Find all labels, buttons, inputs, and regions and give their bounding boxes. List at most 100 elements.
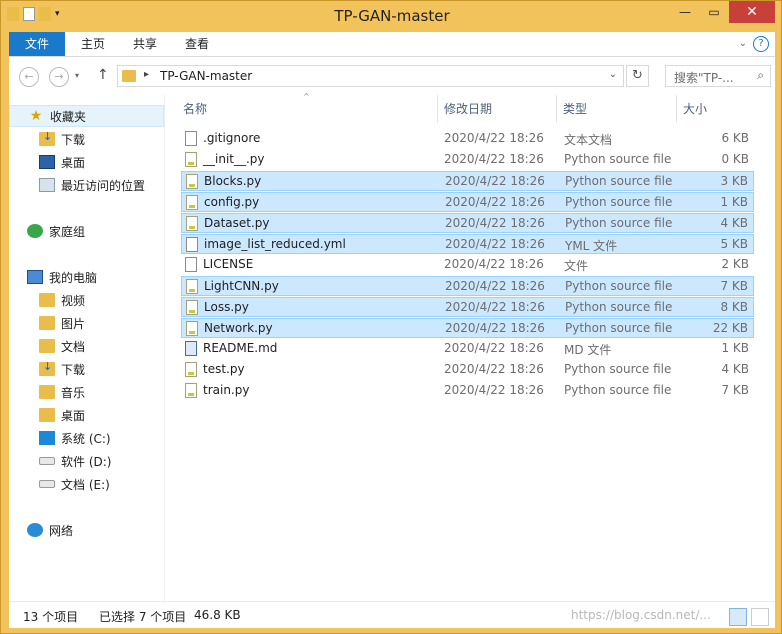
sidebar-item-desktop[interactable]: 桌面 xyxy=(9,151,164,173)
column-divider[interactable] xyxy=(676,95,677,123)
pictures-folder-icon xyxy=(39,316,55,330)
up-button[interactable]: ↑ xyxy=(97,67,109,83)
tab-view[interactable]: 查看 xyxy=(177,32,217,56)
sidebar-item-music[interactable]: 音乐 xyxy=(9,381,164,403)
sidebar-item-drive-d[interactable]: 软件 (D:) xyxy=(9,450,164,472)
title-bar: ▾ TP-GAN-master — ▭ ✕ xyxy=(1,1,782,31)
navigation-bar: ← → ▾ ↑ ▸ TP-GAN-master ⌄ ↻ 搜索"TP-... ⌕ xyxy=(9,57,775,95)
sidebar-item-label: 系统 (C:) xyxy=(61,431,111,446)
file-row[interactable]: image_list_reduced.yml 2020/4/22 18:26 YML… xyxy=(181,234,754,254)
column-header-type[interactable]: 类型 xyxy=(563,95,587,123)
computer-icon xyxy=(27,270,43,284)
desktop-icon xyxy=(39,155,55,169)
file-date: 2020/4/22 18:26 xyxy=(445,216,545,230)
sidebar-item-videos[interactable]: 视频 xyxy=(9,289,164,311)
sidebar-item-recent-places[interactable]: 最近访问的位置 xyxy=(9,174,164,196)
file-row[interactable]: Blocks.py 2020/4/22 18:26 Python source fi… xyxy=(181,171,754,191)
close-button[interactable]: ✕ xyxy=(729,1,775,23)
file-row[interactable]: __init__.py 2020/4/22 18:26 Python source … xyxy=(181,150,754,170)
file-name: Blocks.py xyxy=(204,174,262,188)
file-row[interactable]: Loss.py 2020/4/22 18:26 Python source file… xyxy=(181,297,754,317)
file-row[interactable]: Dataset.py 2020/4/22 18:26 Python source f… xyxy=(181,213,754,233)
address-dropdown-icon[interactable]: ⌄ xyxy=(609,69,617,80)
sidebar-item-label: 收藏夹 xyxy=(50,109,87,124)
sidebar-item-homegroup[interactable]: 家庭组 xyxy=(9,220,164,242)
sidebar-item-label: 我的电脑 xyxy=(49,270,98,285)
help-icon[interactable]: ? xyxy=(753,36,769,52)
python-file-icon xyxy=(186,300,198,315)
sidebar-item-network[interactable]: 网络 xyxy=(9,519,164,541)
breadcrumb-chevron-icon[interactable]: ▸ xyxy=(144,69,149,80)
file-type: Python source file xyxy=(565,174,673,188)
back-button[interactable]: ← xyxy=(19,67,39,87)
file-name: .gitignore xyxy=(203,131,261,145)
expand-ribbon-icon[interactable]: ⌄ xyxy=(739,38,747,49)
column-divider[interactable] xyxy=(437,95,438,123)
sidebar-item-favorites[interactable]: ★ 收藏夹 xyxy=(9,105,164,127)
windows-drive-icon xyxy=(39,431,55,445)
sidebar-item-label: 下载 xyxy=(61,362,86,377)
file-type: Python source file xyxy=(564,383,672,397)
column-header-date[interactable]: 修改日期 xyxy=(444,95,492,123)
file-row[interactable]: README.md 2020/4/22 18:26 MD 文件 1 KB xyxy=(181,339,754,359)
file-date: 2020/4/22 18:26 xyxy=(444,257,544,271)
star-icon: ★ xyxy=(29,108,43,124)
file-date: 2020/4/22 18:26 xyxy=(444,383,544,397)
window-title: TP-GAN-master xyxy=(334,7,450,25)
python-file-icon xyxy=(185,152,197,167)
column-header-name[interactable]: 名称 xyxy=(183,95,207,123)
minimize-button[interactable]: — xyxy=(671,1,699,23)
recent-places-icon xyxy=(39,178,55,192)
details-view-icon[interactable] xyxy=(729,608,747,626)
address-bar[interactable]: ▸ TP-GAN-master ⌄ xyxy=(117,65,624,87)
tab-file[interactable]: 文件 xyxy=(9,32,65,56)
file-type: Python source file xyxy=(565,216,673,230)
sidebar-item-downloads[interactable]: 下载 xyxy=(9,128,164,150)
sidebar-item-documents[interactable]: 文档 xyxy=(9,335,164,357)
sidebar-item-pictures[interactable]: 图片 xyxy=(9,312,164,334)
tab-share[interactable]: 共享 xyxy=(125,32,165,56)
file-date: 2020/4/22 18:26 xyxy=(445,195,545,209)
search-input[interactable]: 搜索"TP-... ⌕ xyxy=(665,65,771,87)
file-row[interactable]: LightCNN.py 2020/4/22 18:26 Python source … xyxy=(181,276,754,296)
file-size: 4 KB xyxy=(721,362,749,376)
file-row[interactable]: train.py 2020/4/22 18:26 Python source fil… xyxy=(181,381,754,401)
file-type: YML 文件 xyxy=(565,239,618,253)
sidebar-item-desktop-pc[interactable]: 桌面 xyxy=(9,404,164,426)
tab-home[interactable]: 主页 xyxy=(73,32,113,56)
sidebar-item-drive-e[interactable]: 文档 (E:) xyxy=(9,473,164,495)
drive-icon xyxy=(39,457,55,465)
breadcrumb[interactable]: TP-GAN-master xyxy=(160,69,252,83)
column-divider[interactable] xyxy=(556,95,557,123)
file-type: MD 文件 xyxy=(564,343,612,357)
sidebar-item-downloads-pc[interactable]: 下载 xyxy=(9,358,164,380)
file-name: Dataset.py xyxy=(204,216,270,230)
file-size: 2 KB xyxy=(721,257,749,271)
refresh-button[interactable]: ↻ xyxy=(626,65,649,87)
file-row[interactable]: Network.py 2020/4/22 18:26 Python source f… xyxy=(181,318,754,338)
sidebar-item-label: 桌面 xyxy=(61,155,86,170)
file-type: Python source file xyxy=(565,321,673,335)
file-date: 2020/4/22 18:26 xyxy=(444,341,544,355)
sidebar-item-this-pc[interactable]: 我的电脑 xyxy=(9,266,164,288)
file-row[interactable]: LICENSE 2020/4/22 18:26 文件 2 KB xyxy=(181,255,754,275)
downloads-folder-icon xyxy=(39,130,55,146)
search-icon[interactable]: ⌕ xyxy=(757,68,764,83)
maximize-button[interactable]: ▭ xyxy=(700,1,728,23)
file-date: 2020/4/22 18:26 xyxy=(445,237,545,251)
file-size: 1 KB xyxy=(720,195,748,209)
file-row[interactable]: config.py 2020/4/22 18:26 Python source fi… xyxy=(181,192,754,212)
python-file-icon xyxy=(185,362,197,377)
sidebar-item-label: 下载 xyxy=(61,132,86,147)
large-icons-view-icon[interactable] xyxy=(751,608,769,626)
documents-folder-icon xyxy=(39,339,55,353)
text-file-icon xyxy=(185,131,197,146)
forward-button[interactable]: → xyxy=(49,67,69,87)
sidebar-item-label: 图片 xyxy=(61,316,86,331)
file-row[interactable]: .gitignore 2020/4/22 18:26 文本文档 6 KB xyxy=(181,129,754,149)
sidebar-item-drive-c[interactable]: 系统 (C:) xyxy=(9,427,164,449)
file-size: 7 KB xyxy=(721,383,749,397)
file-row[interactable]: test.py 2020/4/22 18:26 Python source file… xyxy=(181,360,754,380)
column-header-size[interactable]: 大小 xyxy=(683,95,707,123)
recent-locations-icon[interactable]: ▾ xyxy=(75,71,79,80)
